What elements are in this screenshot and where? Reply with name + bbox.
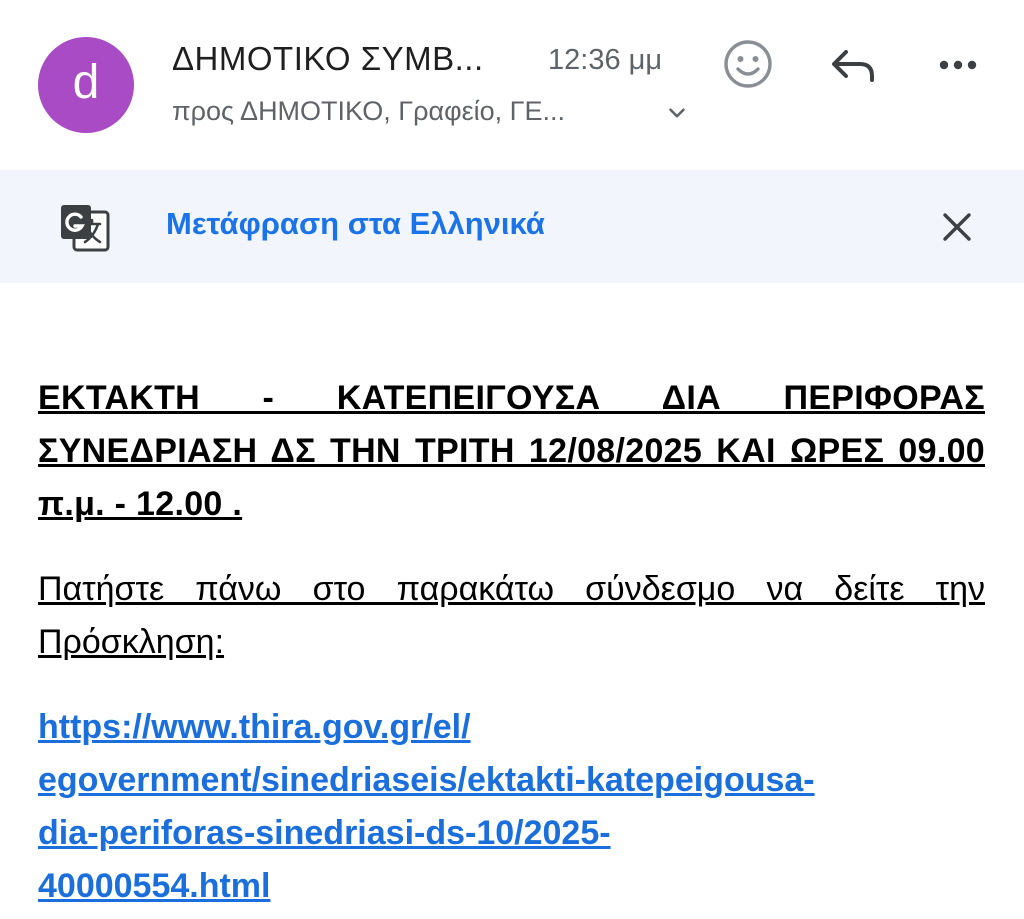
reply-icon[interactable] <box>822 36 882 96</box>
link-line[interactable]: egovernment/sinedriaseis/ektakti-katepei… <box>38 761 815 799</box>
invitation-link[interactable]: https://www.thira.gov.gr/el/ egovernment… <box>38 701 985 913</box>
sender-name[interactable]: ΔΗΜΟΤΙΚΟ ΣΥΜΒ... <box>172 40 484 78</box>
message-header: d ΔΗΜΟΤΙΚΟ ΣΥΜΒ... 12:36 μμ προς ΔΗΜΟΤΙΚ… <box>0 0 1024 170</box>
recipients-line[interactable]: προς ΔΗΜΟΤΙΚΟ, Γραφείο, ΓΕ... <box>172 96 565 127</box>
message-time: 12:36 μμ <box>548 44 663 76</box>
link-line[interactable]: https://www.thira.gov.gr/el/ <box>38 708 471 746</box>
close-icon[interactable] <box>932 202 982 252</box>
message-body: ΕΚΤΑΚΤΗ - ΚΑΤΕΠΕΙΓΟΥΣΑ ΔΙΑ ΠΕΡΙΦΟΡΑΣ ΣΥΝ… <box>38 372 985 913</box>
more-icon[interactable] <box>928 36 988 96</box>
smiley-icon[interactable] <box>718 34 778 94</box>
message-instruction: Πατήστε πάνω στο παρακάτω σύνδεσμο να δε… <box>38 570 985 661</box>
chevron-down-icon[interactable] <box>664 100 690 126</box>
translate-icon <box>61 205 110 252</box>
message-subject: ΕΚΤΑΚΤΗ - ΚΑΤΕΠΕΙΓΟΥΣΑ ΔΙΑ ΠΕΡΙΦΟΡΑΣ ΣΥΝ… <box>38 379 985 523</box>
translate-link[interactable]: Μετάφραση στα Ελληνικά <box>166 206 545 242</box>
link-line[interactable]: dia-periforas-sinedriasi-ds-10/2025- <box>38 814 611 852</box>
link-line[interactable]: 40000554.html <box>38 867 271 905</box>
translate-banner: Μετάφραση στα Ελληνικά <box>0 170 1024 283</box>
sender-avatar[interactable]: d <box>38 37 134 133</box>
